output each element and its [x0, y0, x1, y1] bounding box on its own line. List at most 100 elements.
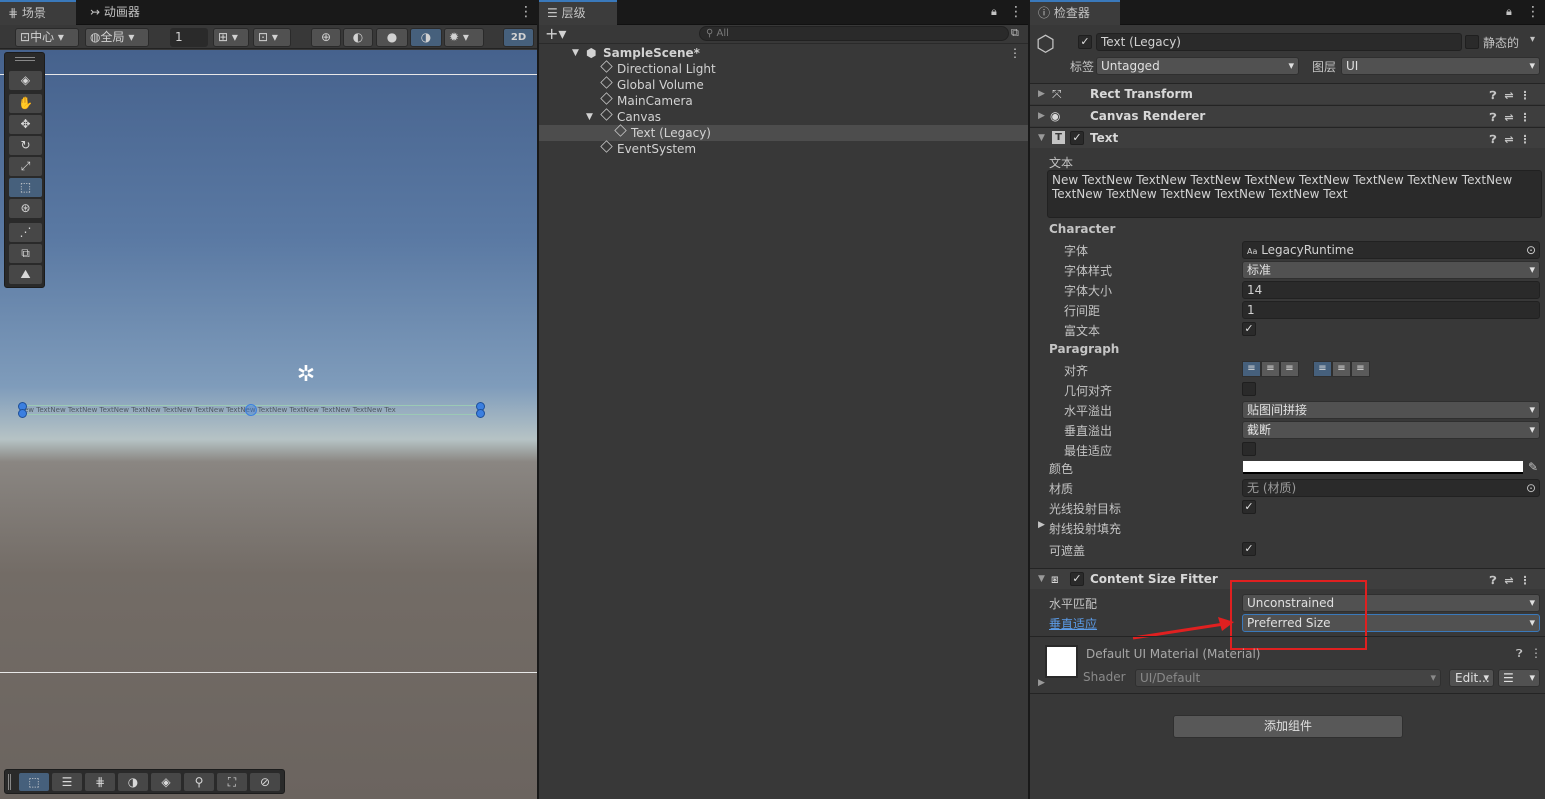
help-icon[interactable]: ❓︎: [1485, 571, 1501, 591]
preset-icon[interactable]: ⇌: [1501, 571, 1517, 591]
hierarchy-menu-icon[interactable]: ⋮: [1009, 3, 1023, 21]
font-size-field[interactable]: 14: [1242, 281, 1540, 299]
component-menu-icon[interactable]: ⋮: [1517, 86, 1533, 106]
shading-icon[interactable]: ◐: [343, 28, 373, 47]
scale-tool-icon[interactable]: ⤢: [9, 157, 42, 176]
align-bottom-icon[interactable]: ≡: [1351, 361, 1370, 377]
custom-tool-icon[interactable]: ⋰: [9, 223, 42, 242]
material-menu-icon[interactable]: ⋮: [1530, 646, 1542, 660]
expand-arrow-icon[interactable]: ▼: [1038, 128, 1045, 148]
component-menu-icon[interactable]: ⋮: [1517, 108, 1533, 128]
pivot-dropdown[interactable]: ⊡中心 ▾: [15, 28, 79, 47]
inspector-menu-icon[interactable]: ⋮: [1526, 3, 1540, 21]
scene-menu-icon[interactable]: ⋮: [519, 3, 533, 21]
rect-handle-br[interactable]: [476, 409, 485, 418]
scene-menu-icon[interactable]: ⋮: [1009, 45, 1021, 61]
preset-icon[interactable]: ⇌: [1501, 86, 1517, 106]
align-middle-icon[interactable]: ≡: [1332, 361, 1351, 377]
lock-icon[interactable]: 🔒︎: [991, 5, 997, 19]
grid-size-input[interactable]: 1: [170, 28, 208, 47]
align-top-icon[interactable]: ≡: [1313, 361, 1332, 377]
expand-arrow-icon[interactable]: ▼: [1038, 569, 1045, 589]
help-icon[interactable]: ❓︎: [1485, 130, 1501, 150]
grid-snap-icon[interactable]: ⊞ ▾: [213, 28, 249, 47]
2d-toggle-button[interactable]: 2D: [503, 28, 534, 47]
collapse-arrow-icon[interactable]: ▶: [1038, 106, 1045, 126]
pivot-handle[interactable]: [245, 404, 257, 416]
eyedropper-icon[interactable]: ✎: [1528, 460, 1538, 474]
text-area[interactable]: New TextNew TextNew TextNew TextNew Text…: [1047, 170, 1542, 218]
active-checkbox[interactable]: ✓: [1078, 35, 1092, 49]
shader-options-button[interactable]: ☰: [1498, 669, 1540, 687]
hierarchy-item-directional-light[interactable]: Directional Light: [539, 60, 1028, 77]
scene-viewport[interactable]: ✲ ew TextNew TextNew TextNew TextNew Tex…: [0, 50, 537, 799]
tab-scene[interactable]: ⋕ 场景: [0, 0, 76, 25]
help-icon[interactable]: ❓︎: [1485, 86, 1501, 106]
rect-transform-header[interactable]: ▶ ⤧ Rect Transform ❓︎ ⇌ ⋮: [1030, 83, 1545, 104]
help-icon[interactable]: ❓︎: [1485, 108, 1501, 128]
rect-handle-bl[interactable]: [18, 409, 27, 418]
object-picker-icon[interactable]: ⊙: [1526, 480, 1536, 496]
transform-tool-icon[interactable]: ⊛: [9, 199, 42, 218]
align-geometry-checkbox[interactable]: ✓: [1242, 382, 1256, 396]
fitter-enabled-checkbox[interactable]: ✓: [1070, 572, 1084, 586]
hierarchy-search-input[interactable]: ⚲ All: [699, 26, 1009, 41]
static-dropdown-icon[interactable]: ▾: [1530, 34, 1535, 45]
object-name-field[interactable]: Text (Legacy): [1096, 33, 1462, 51]
object-picker-icon[interactable]: ⊙: [1526, 242, 1536, 258]
hierarchy-item-main-camera[interactable]: MainCamera: [539, 92, 1028, 109]
camera-overlay-icon[interactable]: ⛶: [217, 773, 247, 791]
shading-overlay-icon[interactable]: ◑: [118, 773, 148, 791]
lighting-icon[interactable]: ●: [376, 28, 408, 47]
space-dropdown[interactable]: ◍全局 ▾: [85, 28, 149, 47]
expand-arrow-icon[interactable]: ▼: [572, 45, 579, 61]
gameobject-cube-icon[interactable]: ⬡: [1036, 32, 1060, 58]
align-right-icon[interactable]: ≡: [1280, 361, 1299, 377]
hierarchy-item-text-legacy[interactable]: Text (Legacy): [539, 124, 1028, 141]
align-left-icon[interactable]: ≡: [1242, 361, 1261, 377]
text-component-header[interactable]: ▼ T ✓ Text ❓︎ ⇌ ⋮: [1030, 127, 1545, 148]
canvas-renderer-header[interactable]: ▶ ◉ Canvas Renderer ❓︎ ⇌ ⋮: [1030, 105, 1545, 126]
horizontal-overflow-dropdown[interactable]: 贴图间拼接: [1242, 401, 1540, 419]
shader-dropdown[interactable]: UI/Default: [1135, 669, 1441, 687]
material-field[interactable]: 无 (材质) ⊙: [1242, 479, 1540, 497]
drag-handle-icon[interactable]: [8, 774, 11, 790]
add-component-button[interactable]: 添加组件: [1173, 715, 1403, 738]
help-icon[interactable]: ❓︎: [1516, 647, 1523, 661]
static-checkbox[interactable]: ✓: [1465, 35, 1479, 49]
hierarchy-item-canvas[interactable]: ▼ Canvas: [539, 108, 1028, 125]
tab-hierarchy[interactable]: ☰ 层级: [539, 0, 617, 25]
tab-inspector[interactable]: ⓘ 检查器: [1030, 0, 1120, 25]
rich-text-checkbox[interactable]: ✓: [1242, 322, 1256, 336]
drag-handle-icon[interactable]: [15, 57, 35, 61]
move-tool-icon[interactable]: ✥: [9, 115, 42, 134]
lock-icon[interactable]: 🔒︎: [1506, 5, 1512, 19]
font-field[interactable]: Aa LegacyRuntime ⊙: [1242, 241, 1540, 259]
font-style-dropdown[interactable]: 标准: [1242, 261, 1540, 279]
terrain-tool-icon[interactable]: ⛰: [9, 265, 42, 284]
add-icon[interactable]: +▾: [545, 25, 566, 43]
effects-icon[interactable]: ◑: [410, 28, 442, 47]
align-overlay-icon[interactable]: ☰: [52, 773, 82, 791]
color-swatch[interactable]: [1243, 461, 1523, 474]
vertical-overflow-dropdown[interactable]: 截断: [1242, 421, 1540, 439]
layers-overlay-icon[interactable]: ◈: [151, 773, 181, 791]
shader-edit-button[interactable]: Edit...: [1449, 669, 1494, 687]
collapse-arrow-icon[interactable]: ▶: [1038, 678, 1045, 688]
search-overlay-icon[interactable]: ⚲: [184, 773, 214, 791]
search-filter-icon[interactable]: ⧉: [1011, 26, 1019, 40]
hand-tool-icon[interactable]: ✋: [9, 94, 42, 113]
preset-icon[interactable]: ⇌: [1501, 108, 1517, 128]
maskable-checkbox[interactable]: ✓: [1242, 542, 1256, 556]
hierarchy-item-eventsystem[interactable]: EventSystem: [539, 140, 1028, 157]
layer-dropdown[interactable]: UI: [1341, 57, 1540, 75]
draw-mode-icon[interactable]: ⊕: [311, 28, 341, 47]
tag-dropdown[interactable]: Untagged: [1096, 57, 1299, 75]
align-center-icon[interactable]: ≡: [1261, 361, 1280, 377]
hierarchy-item-samplescene[interactable]: ▼ ⬢ SampleScene* ⋮: [539, 45, 1028, 61]
expand-arrow-icon[interactable]: ▼: [586, 109, 593, 125]
raycast-target-checkbox[interactable]: ✓: [1242, 500, 1256, 514]
best-fit-checkbox[interactable]: ✓: [1242, 442, 1256, 456]
tab-animator[interactable]: ↣ 动画器: [82, 0, 148, 25]
component-menu-icon[interactable]: ⋮: [1517, 130, 1533, 150]
